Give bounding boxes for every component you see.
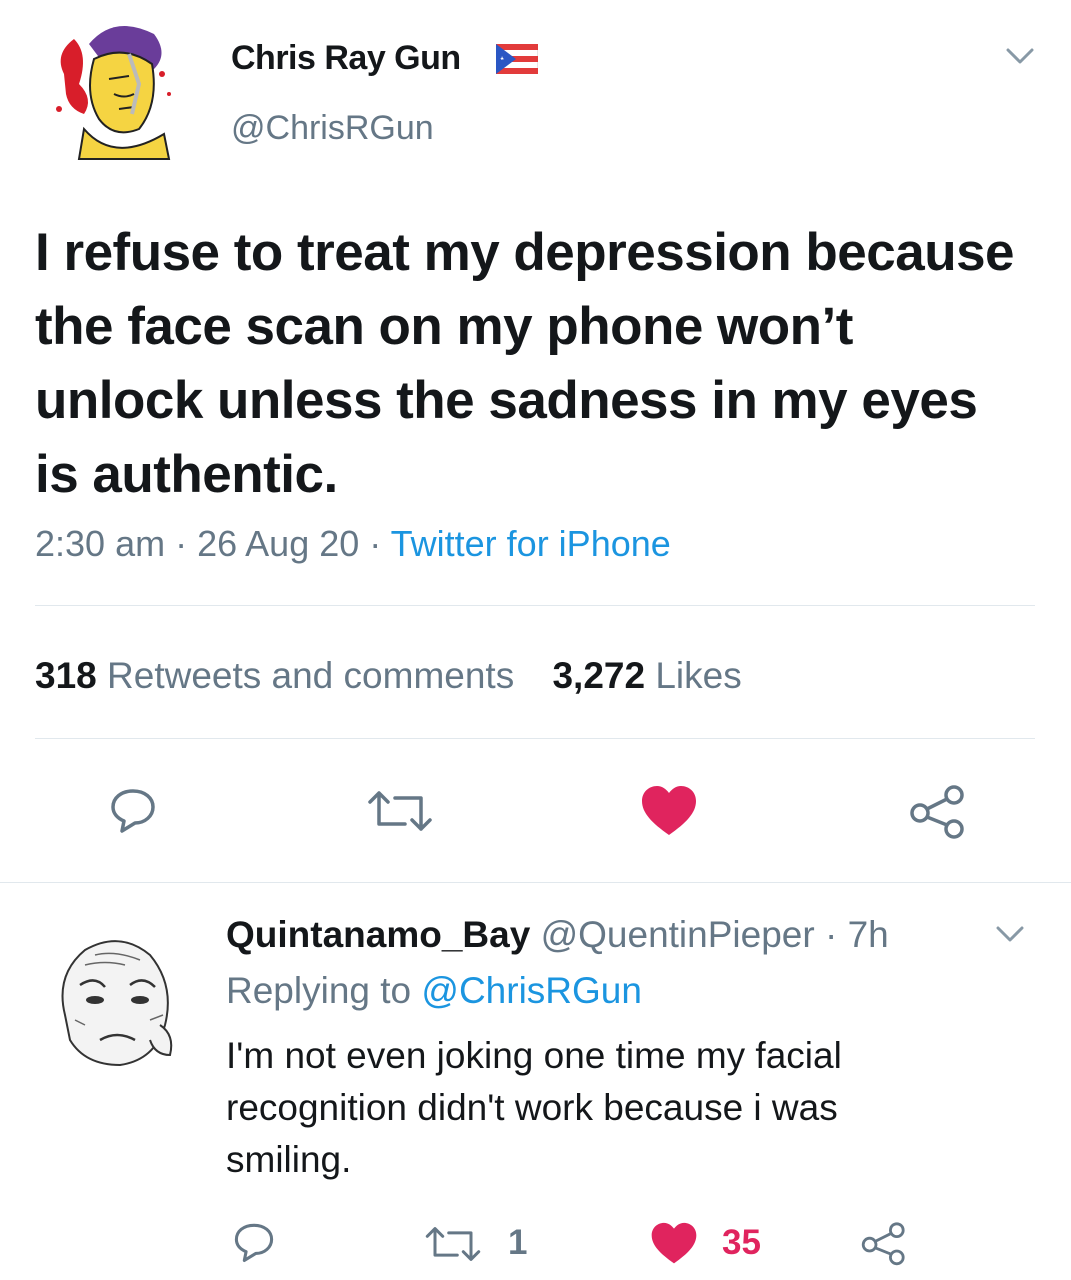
tweet-date: 26 Aug 20 [197,523,360,564]
reply-author-avatar[interactable] [45,925,185,1075]
replying-to-label: Replying to [226,970,412,1011]
heart-icon[interactable] [650,1222,698,1265]
puerto-rico-flag-icon [496,44,538,74]
heart-icon[interactable] [640,785,698,837]
author-avatar[interactable] [44,14,184,164]
retweets-count: 318 [35,655,97,696]
tweet-meta: 2:30 am · 26 Aug 20 · Twitter for iPhone [35,522,671,566]
share-icon[interactable] [860,1220,908,1266]
tweet-source-link[interactable]: Twitter for iPhone [391,523,671,564]
divider [35,738,1035,739]
tweet-divider [0,882,1071,883]
retweet-icon[interactable] [365,788,435,834]
retweet-icon[interactable] [423,1224,483,1264]
reply-like-count: 35 [722,1223,761,1262]
reply-author-handle[interactable]: @QuentinPieper [541,914,815,955]
reply-header: Quintanamo_Bay @QuentinPieper · 7h [226,913,889,957]
retweets-label: Retweets and comments [107,655,515,696]
likes-label: Likes [655,655,742,696]
replying-to-handle-link[interactable]: @ChrisRGun [421,970,642,1011]
likes-count: 3,272 [552,655,646,696]
reply-retweet-count: 1 [508,1223,528,1262]
author-display-name[interactable]: Chris Ray Gun [231,38,461,78]
retweets-stat[interactable]: 318 Retweets and comments [35,655,524,696]
divider [35,605,1035,606]
replying-to-line: Replying to @ChrisRGun [226,969,642,1013]
share-icon[interactable] [908,783,968,839]
tweet-stats: 318 Retweets and comments 3,272 Likes [35,654,742,698]
chevron-down-icon[interactable] [992,922,1028,946]
reply-icon[interactable] [232,1220,276,1264]
chevron-down-icon[interactable] [1002,44,1038,68]
separator: · [175,523,188,564]
likes-stat[interactable]: 3,272 Likes [552,655,741,696]
reply-text: I'm not even joking one time my facial r… [226,1035,842,1180]
reply-author-display-name[interactable]: Quintanamo_Bay [226,914,530,955]
tweet-text: I refuse to treat my depression because … [35,223,1015,504]
reply-icon[interactable] [108,785,158,835]
author-handle[interactable]: @ChrisRGun [231,108,434,148]
reply-time-ago[interactable]: · 7h [825,914,889,955]
separator: · [369,523,382,564]
tweet-time: 2:30 am [35,523,166,564]
